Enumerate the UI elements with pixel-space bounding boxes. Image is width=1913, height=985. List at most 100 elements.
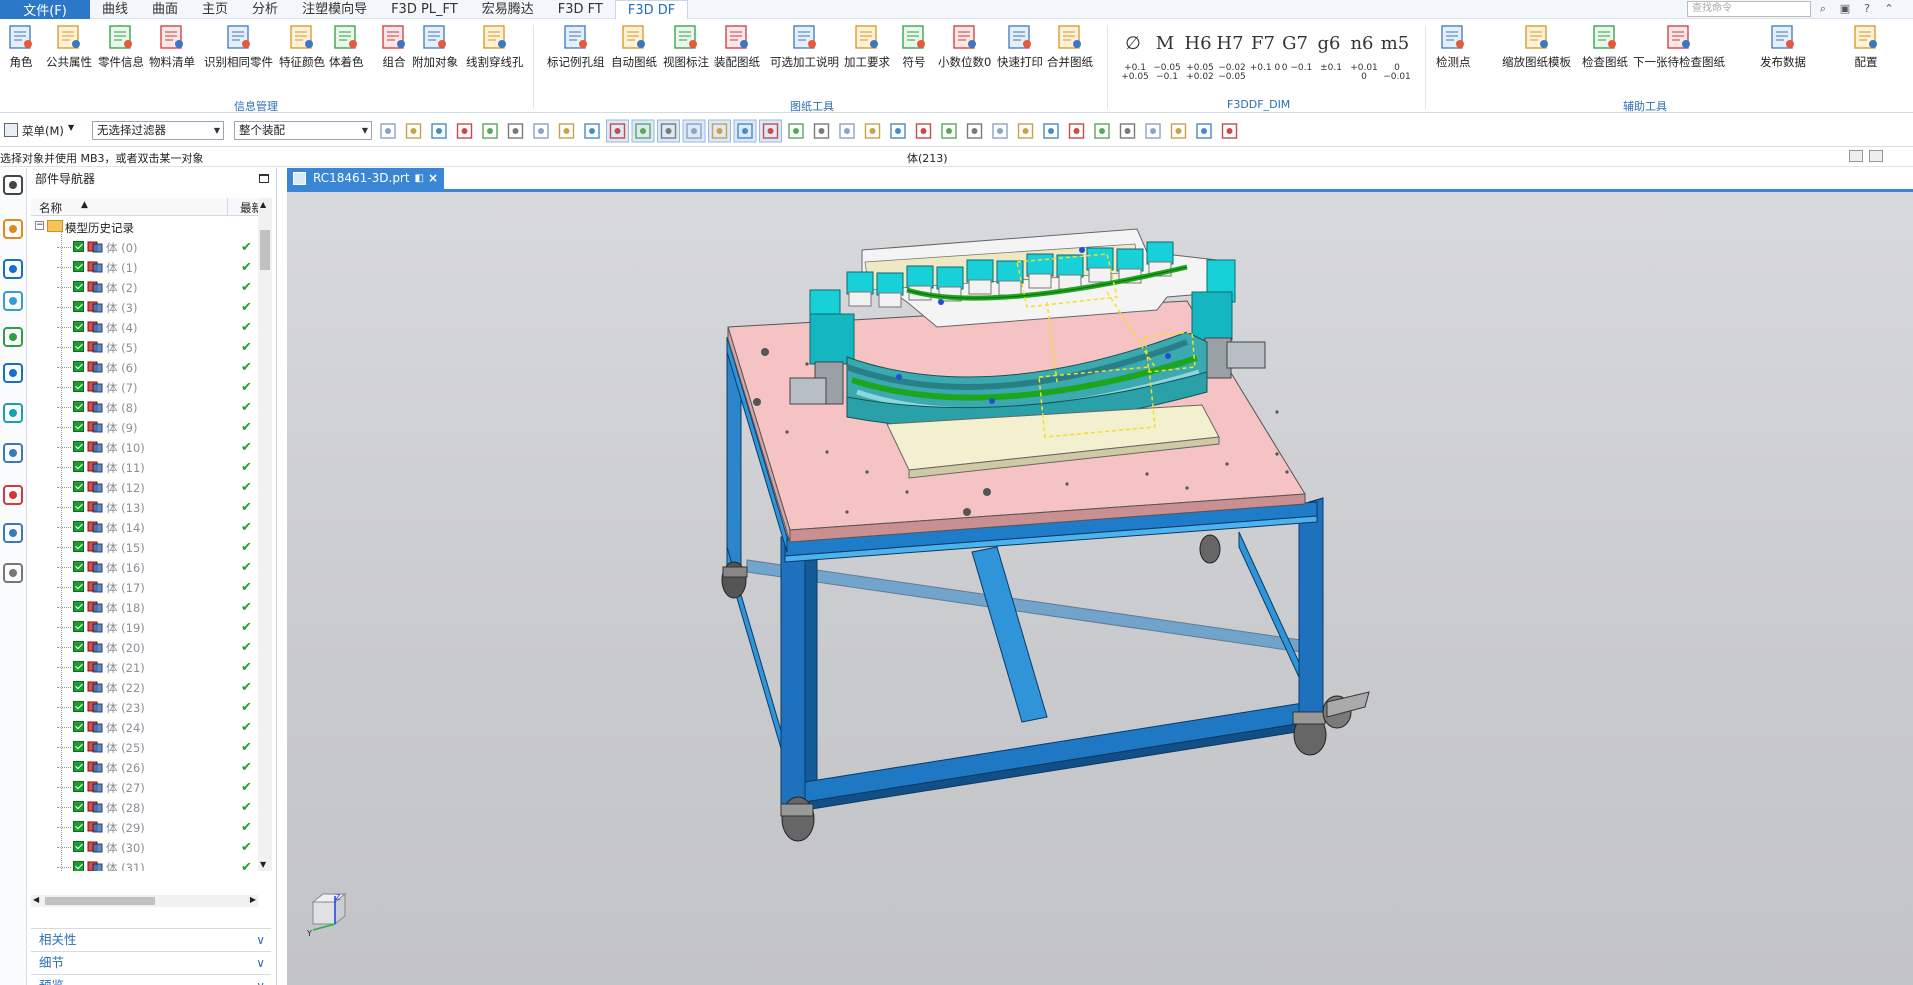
quick-print-button[interactable]: 快速打印	[997, 23, 1043, 70]
visibility-checkbox[interactable]	[73, 781, 84, 792]
visibility-checkbox[interactable]	[73, 861, 84, 871]
visibility-checkbox[interactable]	[73, 341, 84, 352]
menu-tab-8[interactable]: F3D DF	[614, 0, 689, 19]
auto-drawing-button[interactable]: 自动图纸	[611, 23, 657, 70]
visibility-checkbox[interactable]	[73, 741, 84, 752]
decimal-zero-button[interactable]: 小数位数0	[938, 23, 991, 70]
body-shading-button[interactable]: 体着色	[329, 23, 364, 70]
restore-icon[interactable]	[1849, 150, 1863, 162]
visibility-checkbox[interactable]	[73, 521, 84, 532]
visibility-checkbox[interactable]	[73, 241, 84, 252]
dim-symbol-5-button[interactable]: G7	[1280, 33, 1310, 54]
menu-tab-3[interactable]: 分析	[240, 0, 290, 19]
visibility-checkbox[interactable]	[73, 721, 84, 732]
visibility-checkbox[interactable]	[73, 361, 84, 372]
tree-row-body[interactable]: 体 (12) ✔	[31, 477, 269, 497]
dim-tolerance-2-button[interactable]: +0.05 +0.02	[1183, 64, 1217, 82]
menu-tab-0[interactable]: 曲线	[90, 0, 140, 19]
role-button[interactable]: 角色	[6, 23, 36, 70]
maximize-icon[interactable]	[259, 174, 269, 183]
visibility-checkbox[interactable]	[73, 321, 84, 332]
tree-root[interactable]: − 模型历史记录	[31, 217, 269, 237]
visibility-checkbox[interactable]	[73, 821, 84, 832]
tree-row-body[interactable]: 体 (20) ✔	[31, 637, 269, 657]
part-info-button[interactable]: 零件信息	[98, 23, 144, 70]
panel-preview[interactable]: 预览 ∨	[31, 974, 271, 985]
close-icon[interactable]: ×	[428, 168, 438, 189]
visibility-checkbox[interactable]	[73, 621, 84, 632]
visibility-checkbox[interactable]	[73, 681, 84, 692]
view-annotation-button[interactable]: 视图标注	[663, 23, 709, 70]
feature-color-button[interactable]: 特征颜色	[279, 23, 325, 70]
visibility-checkbox[interactable]	[73, 381, 84, 392]
graphics-window[interactable]: Z Y	[287, 192, 1913, 985]
dim-tolerance-6-button[interactable]: ±0.1	[1314, 64, 1348, 73]
visibility-checkbox[interactable]	[73, 641, 84, 652]
attach-object-button[interactable]: 附加对象	[412, 23, 458, 70]
visibility-checkbox[interactable]	[73, 301, 84, 312]
tree-row-body[interactable]: 体 (11) ✔	[31, 457, 269, 477]
tree-row-body[interactable]: 体 (2) ✔	[31, 277, 269, 297]
visibility-checkbox[interactable]	[73, 841, 84, 852]
visibility-checkbox[interactable]	[73, 481, 84, 492]
mark-hole-group-button[interactable]: 标记例孔组	[547, 23, 605, 70]
inspection-point-button[interactable]: 检测点	[1436, 23, 1471, 70]
scroll-right-icon[interactable]: ▶	[250, 895, 256, 904]
visibility-checkbox[interactable]	[73, 801, 84, 812]
visibility-checkbox[interactable]	[73, 601, 84, 612]
visibility-checkbox[interactable]	[73, 581, 84, 592]
machining-notes-button[interactable]: 可选加工说明	[770, 23, 839, 70]
tree-row-body[interactable]: 体 (23) ✔	[31, 697, 269, 717]
sort-ascending-icon[interactable]: ▲	[81, 200, 88, 210]
tree-row-body[interactable]: 体 (19) ✔	[31, 617, 269, 637]
menu-tab-4[interactable]: 注塑模向导	[290, 0, 379, 19]
pin-icon[interactable]: ◧	[415, 168, 424, 189]
tree-row-body[interactable]: 体 (18) ✔	[31, 597, 269, 617]
tree-row-body[interactable]: 体 (16) ✔	[31, 557, 269, 577]
symbol-button[interactable]: 符号	[899, 23, 929, 70]
dim-tolerance-7-button[interactable]: +0.01 0	[1347, 64, 1381, 82]
menu-tab-1[interactable]: 曲面	[140, 0, 190, 19]
identify-same-parts-button[interactable]: 识别相同零件	[204, 23, 273, 70]
tree-row-body[interactable]: 体 (14) ✔	[31, 517, 269, 537]
visibility-checkbox[interactable]	[73, 281, 84, 292]
dim-symbol-4-button[interactable]: F7	[1248, 33, 1278, 54]
tree-row-body[interactable]: 体 (8) ✔	[31, 397, 269, 417]
visibility-checkbox[interactable]	[73, 701, 84, 712]
tree-row-body[interactable]: 体 (1) ✔	[31, 257, 269, 277]
type-filter-dropdown[interactable]: 无选择过滤器 ▼	[92, 121, 224, 140]
scroll-up-icon[interactable]: ▲	[260, 200, 266, 209]
search-icon[interactable]: ⌕	[1815, 1, 1831, 17]
scale-template-button[interactable]: 缩放图纸模板	[1502, 23, 1571, 70]
tree-row-body[interactable]: 体 (6) ✔	[31, 357, 269, 377]
collapse-ribbon-icon[interactable]: ⌃	[1881, 1, 1897, 17]
bom-button[interactable]: 物料清单	[149, 23, 195, 70]
fixture-3d-model[interactable]	[287, 192, 1913, 985]
common-attributes-button[interactable]: 公共属性	[46, 23, 92, 70]
chevron-down-icon[interactable]: ▼	[68, 123, 74, 132]
file-menu-tab[interactable]: 文件(F)	[0, 0, 90, 19]
dim-tolerance-8-button[interactable]: 0 −0.01	[1380, 64, 1414, 82]
visibility-checkbox[interactable]	[73, 401, 84, 412]
tree-row-body[interactable]: 体 (25) ✔	[31, 737, 269, 757]
tree-row-body[interactable]: 体 (27) ✔	[31, 777, 269, 797]
scope-dropdown[interactable]: 整个装配 ▼	[234, 121, 372, 140]
selection-toolbar-icons[interactable]	[375, 119, 1265, 143]
next-drawing-button[interactable]: 下一张待检查图纸	[1633, 23, 1725, 70]
menu-tab-2[interactable]: 主页	[190, 0, 240, 19]
column-name[interactable]: 名称	[39, 200, 62, 216]
dim-tolerance-1-button[interactable]: −0.05 −0.1	[1150, 64, 1184, 82]
scroll-down-icon[interactable]: ▼	[260, 860, 266, 869]
visibility-checkbox[interactable]	[73, 561, 84, 572]
window-icon[interactable]: ▣	[1837, 1, 1853, 17]
scrollbar-thumb[interactable]	[45, 897, 155, 905]
panel-details[interactable]: 细节 ∨	[31, 951, 271, 973]
menu-tab-5[interactable]: F3D PL_FT	[379, 0, 470, 19]
document-tab[interactable]: RC18461-3D.prt ◧ ×	[287, 168, 444, 189]
tree-row-body[interactable]: 体 (24) ✔	[31, 717, 269, 737]
tree-row-body[interactable]: 体 (4) ✔	[31, 317, 269, 337]
tree-row-body[interactable]: 体 (29) ✔	[31, 817, 269, 837]
menu-tab-6[interactable]: 宏易腾达	[470, 0, 546, 19]
dim-symbol-2-button[interactable]: H6	[1183, 33, 1213, 54]
dim-symbol-0-button[interactable]: ∅	[1118, 33, 1148, 54]
